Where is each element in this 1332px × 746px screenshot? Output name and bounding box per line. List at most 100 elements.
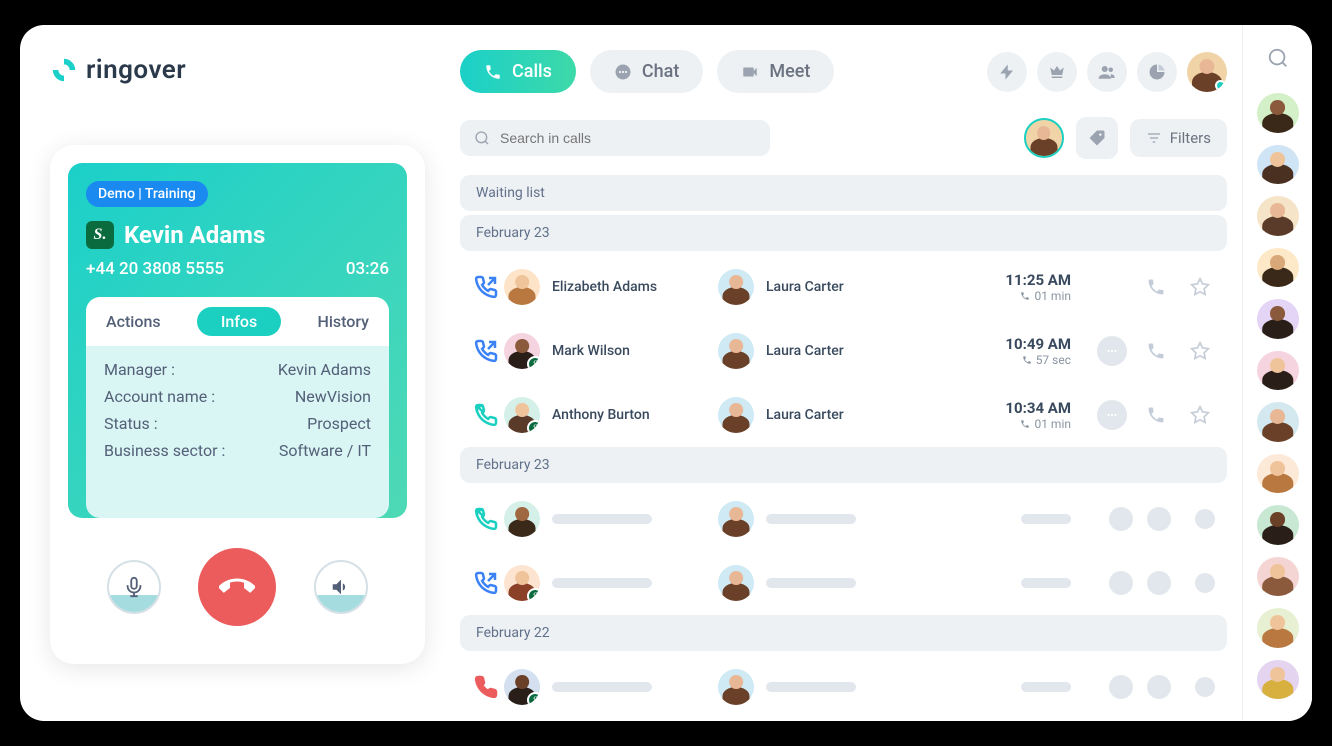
training-badge: Demo | Training — [86, 181, 208, 207]
rail-contact-avatar[interactable] — [1257, 402, 1299, 442]
people-icon — [1098, 63, 1116, 81]
incoming-call-icon — [474, 507, 498, 531]
hangup-button[interactable] — [198, 548, 276, 626]
rail-contact-avatar[interactable] — [1257, 608, 1299, 648]
caller-avatar: S — [504, 397, 540, 433]
call-action-chat[interactable] — [1097, 336, 1127, 366]
agent-avatar — [718, 269, 754, 305]
rail-contact-avatar[interactable] — [1257, 93, 1299, 133]
call-action-star[interactable] — [1185, 336, 1215, 366]
rail-contact-avatar[interactable] — [1257, 145, 1299, 185]
crm-badge-icon: S — [527, 692, 540, 705]
rail-contact-avatar[interactable] — [1257, 454, 1299, 494]
caller-name: Elizabeth Adams — [552, 279, 657, 295]
incoming-call-icon — [474, 403, 498, 427]
bolt-icon — [998, 63, 1016, 81]
search-icon — [474, 130, 490, 146]
rail-contact-avatar[interactable] — [1257, 196, 1299, 236]
tab-history[interactable]: History — [309, 308, 377, 335]
rail-search-button[interactable] — [1267, 47, 1289, 73]
section-feb23b: February 23 — [460, 447, 1227, 483]
star-icon — [1190, 277, 1210, 297]
call-row-placeholder[interactable]: S — [460, 551, 1227, 615]
filter-icon — [1146, 130, 1162, 146]
placeholder-bar — [766, 578, 856, 588]
call-row[interactable]: Elizabeth Adams Laura Carter 11:25 AM 01… — [460, 255, 1227, 319]
star-icon — [1190, 341, 1210, 361]
placeholder-circle — [1109, 507, 1133, 531]
call-action-phone[interactable] — [1141, 272, 1171, 302]
call-action-phone[interactable] — [1141, 336, 1171, 366]
ringover-logo-icon — [50, 56, 78, 84]
nav-chat[interactable]: Chat — [590, 50, 703, 93]
placeholder-circle — [1147, 675, 1171, 699]
tag-filter-button[interactable] — [1076, 117, 1118, 159]
phone-action-icon — [1146, 405, 1166, 425]
rail-contact-avatar[interactable] — [1257, 351, 1299, 391]
nav-calls[interactable]: Calls — [460, 50, 576, 93]
header-stats-button[interactable] — [1137, 52, 1177, 92]
tab-actions[interactable]: Actions — [98, 308, 169, 335]
header-user-avatar[interactable] — [1187, 52, 1227, 92]
info-manager-value: Kevin Adams — [278, 360, 371, 379]
caller-avatar: S — [504, 669, 540, 705]
contacts-rail — [1242, 25, 1312, 721]
crown-icon — [1048, 63, 1066, 81]
filters-button[interactable]: Filters — [1130, 119, 1227, 157]
agent-name: Laura Carter — [766, 407, 844, 423]
agent-name: Laura Carter — [766, 279, 844, 295]
rail-contact-avatar[interactable] — [1257, 557, 1299, 597]
call-timer: 03:26 — [346, 259, 389, 279]
rail-contact-avatar[interactable] — [1257, 660, 1299, 700]
tab-infos[interactable]: Infos — [197, 307, 281, 336]
call-action-star[interactable] — [1185, 400, 1215, 430]
placeholder-circle — [1195, 509, 1215, 529]
presence-dot-icon — [1215, 80, 1226, 91]
video-icon — [741, 63, 759, 81]
outgoing-call-icon — [474, 339, 498, 363]
placeholder-circle — [1147, 507, 1171, 531]
crm-badge-icon: S — [527, 588, 540, 601]
filter-user-avatar[interactable] — [1024, 118, 1064, 158]
placeholder-circle — [1195, 573, 1215, 593]
crm-badge-icon: S — [527, 356, 540, 369]
header-people-button[interactable] — [1087, 52, 1127, 92]
placeholder-circle — [1147, 571, 1171, 595]
caller-name: Mark Wilson — [552, 343, 630, 359]
call-duration: 01 min — [1034, 289, 1071, 303]
contact-info-panel: Manager :Kevin Adams Account name :NewVi… — [86, 346, 389, 518]
phone-small-icon — [1022, 355, 1032, 365]
info-sector-label: Business sector : — [104, 441, 225, 460]
tag-icon — [1087, 128, 1107, 148]
info-account-value: NewVision — [295, 387, 371, 406]
speaker-button[interactable] — [314, 560, 368, 614]
call-row-placeholder[interactable]: S — [460, 655, 1227, 719]
search-calls-input[interactable] — [460, 120, 770, 156]
placeholder-bar — [552, 682, 652, 692]
rail-contact-avatar[interactable] — [1257, 505, 1299, 545]
call-duration: 01 min — [1034, 417, 1071, 431]
section-waiting-list: Waiting list — [460, 175, 1227, 211]
nav-meet[interactable]: Meet — [717, 50, 834, 93]
rail-contact-avatar[interactable] — [1257, 299, 1299, 339]
mute-button[interactable] — [107, 560, 161, 614]
call-action-phone[interactable] — [1141, 400, 1171, 430]
agent-avatar — [718, 397, 754, 433]
section-feb23: February 23 — [460, 215, 1227, 251]
call-row-placeholder[interactable] — [460, 487, 1227, 551]
call-action-chat[interactable] — [1097, 400, 1127, 430]
header-flash-button[interactable] — [987, 52, 1027, 92]
header-crown-button[interactable] — [1037, 52, 1077, 92]
call-row[interactable]: S Mark Wilson Laura Carter 10:49 AM 57 s… — [460, 319, 1227, 383]
rail-contact-avatar[interactable] — [1257, 248, 1299, 288]
call-row[interactable]: S Anthony Burton Laura Carter 10:34 AM 0… — [460, 383, 1227, 447]
chat-dots-icon — [1105, 344, 1119, 358]
call-row-placeholder[interactable]: S — [460, 719, 1227, 721]
call-time: 11:25 AM — [951, 271, 1071, 289]
info-status-label: Status : — [104, 414, 158, 433]
placeholder-bar — [1021, 578, 1071, 588]
info-sector-value: Software / IT — [279, 441, 371, 460]
phone-action-icon — [1146, 341, 1166, 361]
call-action-star[interactable] — [1185, 272, 1215, 302]
call-time: 10:34 AM — [951, 399, 1071, 417]
